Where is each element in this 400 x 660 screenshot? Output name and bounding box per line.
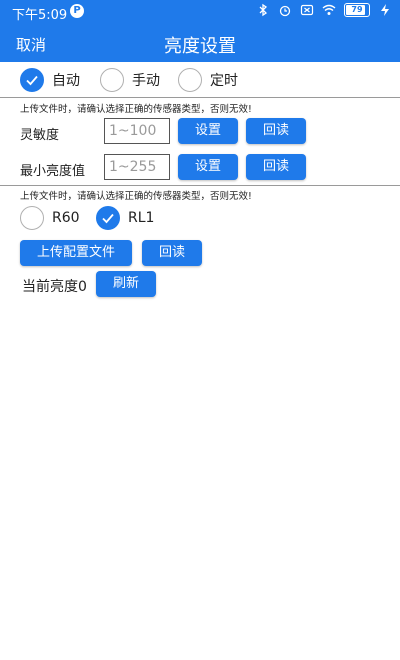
min-brightness-input[interactable] [104, 154, 170, 180]
sensitivity-set-button[interactable]: 设置 [178, 118, 238, 144]
min-brightness-read-button[interactable]: 回读 [246, 154, 306, 180]
charging-icon [381, 4, 389, 16]
upload-config-button[interactable]: 上传配置文件 [20, 240, 132, 266]
sensor-label-rl1: RL1 [128, 210, 155, 226]
mode-option-timer[interactable]: 定时 [178, 68, 238, 92]
notice-text: 上传文件时，请确认选择正确的传感器类型，否则无效! [20, 104, 252, 115]
divider [0, 97, 400, 98]
app-notification-icon: P [70, 4, 84, 18]
divider [0, 185, 400, 186]
mode-option-auto[interactable]: 自动 [20, 68, 80, 92]
mode-option-manual[interactable]: 手动 [100, 68, 160, 92]
mode-label-auto: 自动 [52, 73, 80, 89]
title-bar: 取消 亮度设置 [0, 24, 400, 62]
wifi-icon [322, 4, 336, 15]
status-time: 下午5:09 [12, 8, 68, 23]
sensor-option-r60[interactable]: R60 [20, 206, 80, 230]
sensor-radio-rl1[interactable] [96, 206, 120, 230]
upload-read-button[interactable]: 回读 [142, 240, 202, 266]
sim-off-icon [300, 4, 314, 16]
mode-radio-auto[interactable] [20, 68, 44, 92]
mode-label-timer: 定时 [210, 73, 238, 89]
status-icons: 79 [256, 3, 392, 17]
sensitivity-label: 灵敏度 [20, 128, 60, 143]
sensor-radio-r60[interactable] [20, 206, 44, 230]
sensitivity-read-button[interactable]: 回读 [246, 118, 306, 144]
check-icon [102, 213, 114, 224]
current-brightness-label: 当前亮度0 [22, 279, 87, 295]
mode-radio-manual[interactable] [100, 68, 124, 92]
notice-text-2: 上传文件时，请确认选择正确的传感器类型，否则无效! [20, 191, 252, 202]
refresh-button[interactable]: 刷新 [96, 271, 156, 297]
check-icon [26, 75, 38, 86]
min-brightness-set-button[interactable]: 设置 [178, 154, 238, 180]
bluetooth-icon [259, 3, 268, 17]
sensitivity-input[interactable] [104, 118, 170, 144]
battery-icon: 79 [344, 3, 370, 17]
sensor-label-r60: R60 [52, 210, 80, 226]
page-title: 亮度设置 [164, 36, 236, 57]
min-brightness-label: 最小亮度值 [20, 164, 86, 179]
mode-label-manual: 手动 [132, 73, 160, 89]
battery-level: 79 [351, 5, 363, 14]
mode-radio-timer[interactable] [178, 68, 202, 92]
status-bar: 下午5:09 P 79 [0, 0, 400, 24]
sensor-option-rl1[interactable]: RL1 [96, 206, 154, 230]
alarm-icon [279, 5, 291, 17]
